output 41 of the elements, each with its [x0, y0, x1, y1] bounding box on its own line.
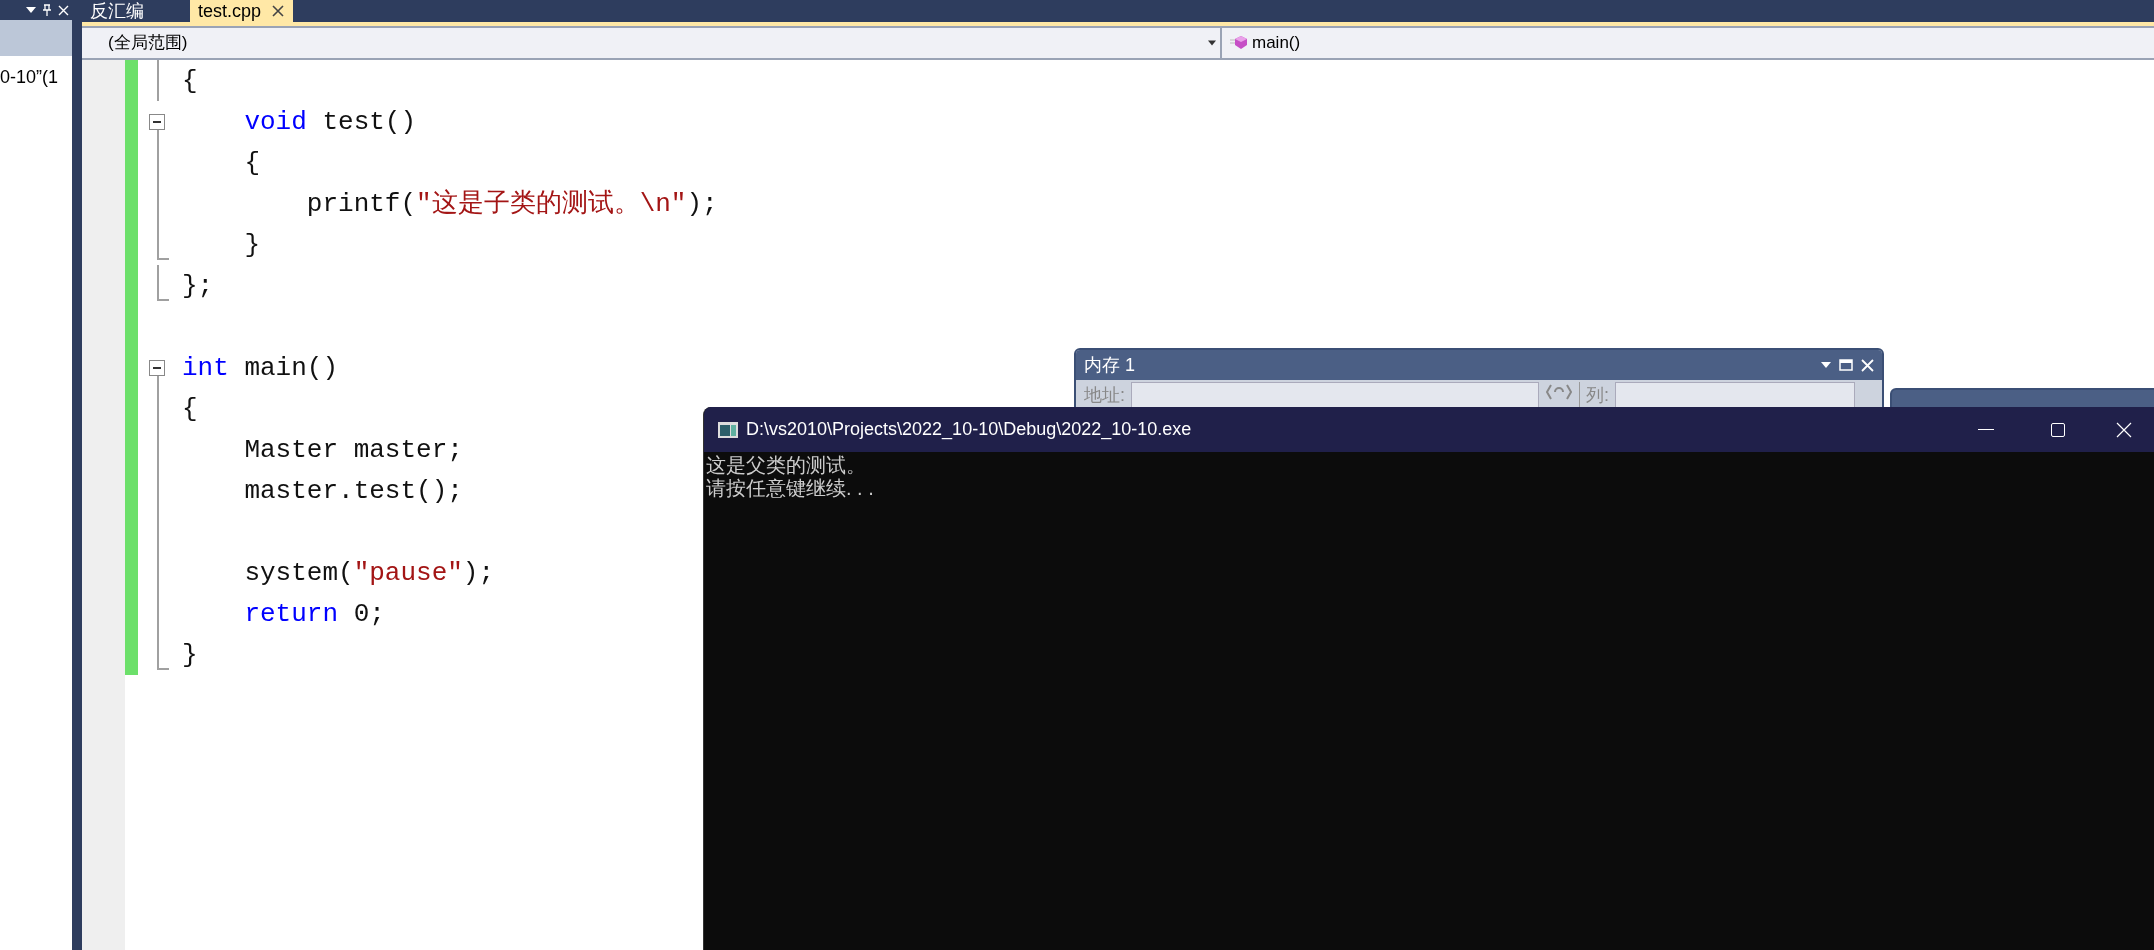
scope-dropdown[interactable]: (全局范围): [82, 28, 1222, 58]
code-line: Master master;: [243, 436, 463, 463]
code-line: master.test();: [243, 477, 463, 504]
code-line: int main(): [182, 354, 339, 381]
code-line: }: [243, 231, 260, 258]
panel-header: [0, 20, 72, 56]
code-line: {: [182, 67, 198, 94]
close-icon[interactable]: [1861, 358, 1874, 372]
pin-icon[interactable]: [42, 4, 52, 16]
console-line: 这是父类的测试。: [706, 454, 866, 477]
code-line: system("pause");: [243, 559, 495, 586]
code-line: void test(): [243, 108, 417, 135]
column-field[interactable]: [1615, 382, 1856, 408]
address-label: 地址:: [1084, 384, 1125, 407]
method-icon: [1230, 35, 1248, 51]
code-line: printf("这是子类的测试。\n");: [305, 190, 718, 217]
address-field[interactable]: [1131, 382, 1539, 408]
editor-tab[interactable]: 反汇编: [82, 0, 152, 22]
code-line: }: [182, 641, 198, 668]
caret-icon[interactable]: [1208, 40, 1216, 46]
dropdown-icon[interactable]: [1821, 362, 1831, 368]
member-dropdown[interactable]: main(): [1222, 28, 2154, 58]
close-icon[interactable]: [58, 4, 69, 16]
collapse-icon[interactable]: [149, 360, 165, 376]
maximize-icon[interactable]: [1839, 359, 1853, 371]
collapse-icon[interactable]: [149, 114, 165, 130]
console-line: 请按任意键继续. . .: [706, 477, 874, 500]
console-icon: [718, 421, 738, 438]
tree-item[interactable]: 0-10”(1: [0, 64, 72, 91]
code-line: {: [243, 149, 260, 176]
code-line: };: [182, 272, 214, 299]
dropdown-icon[interactable]: [26, 7, 36, 13]
close-icon: [2116, 421, 2132, 438]
code-line: return 0;: [243, 600, 385, 627]
panel-title: 内存 1: [1084, 353, 1136, 377]
code-line: {: [182, 395, 198, 422]
minimize-icon: [1978, 429, 1994, 430]
close-icon[interactable]: [271, 4, 286, 18]
maximize-icon: [2051, 422, 2065, 437]
window-title: D:\vs2010\Projects\2022_10-10\Debug\2022_10-10.exe: [746, 418, 1193, 442]
editor-tab[interactable]: test.cpp: [190, 0, 294, 22]
